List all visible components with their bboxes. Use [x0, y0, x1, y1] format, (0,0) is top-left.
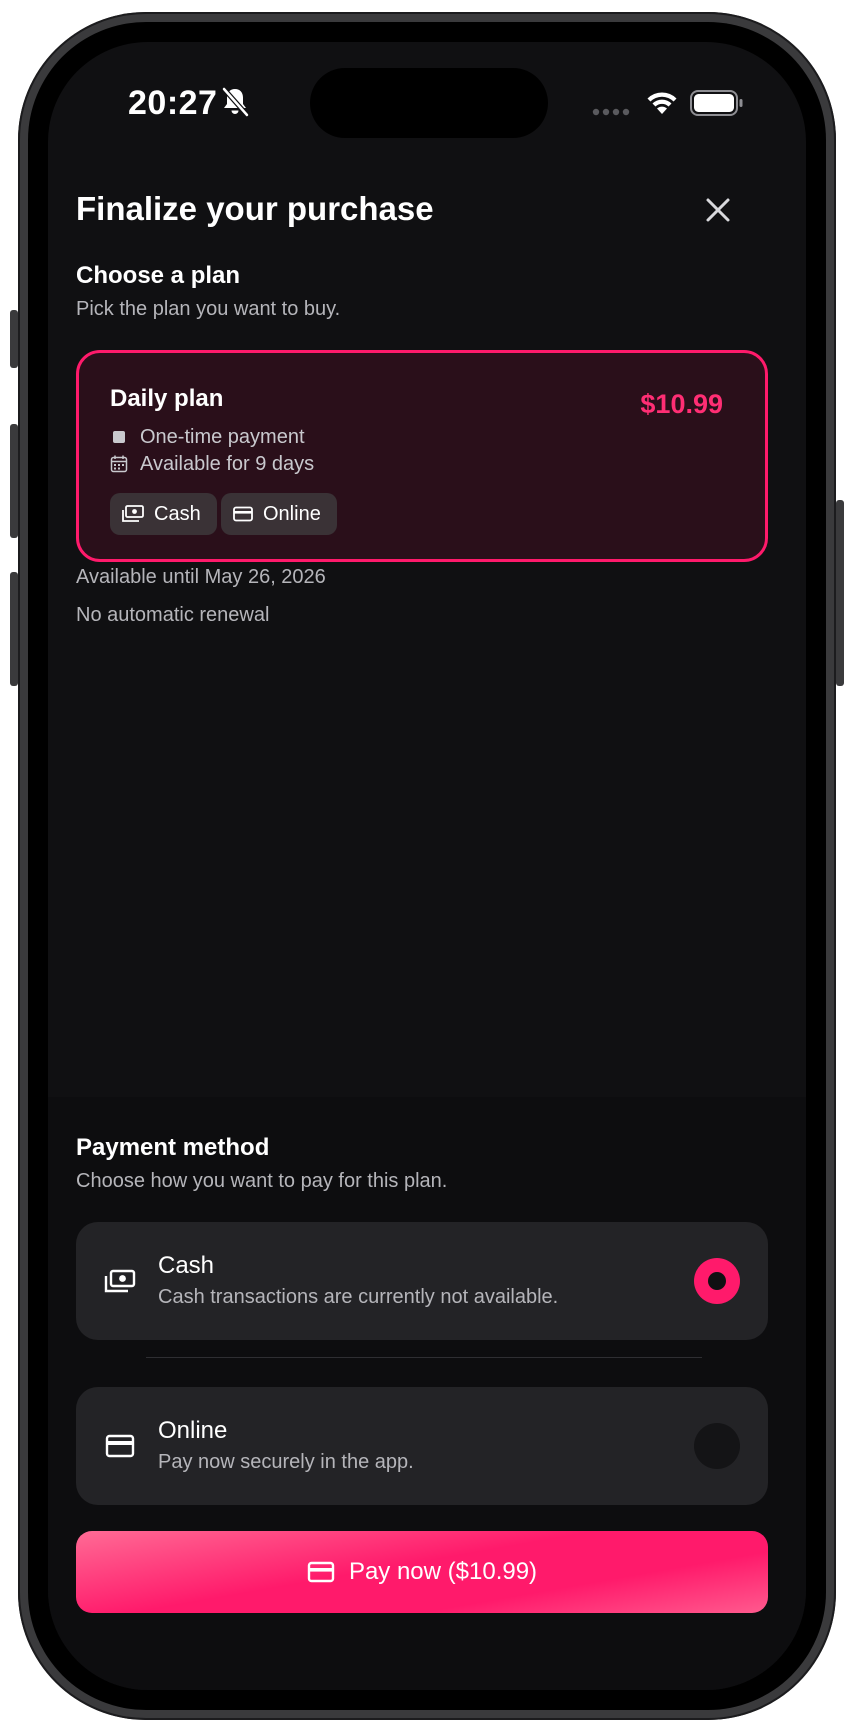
credit-card-icon: [233, 506, 253, 522]
plan-chip-online: Online: [221, 493, 337, 535]
battery-icon: [690, 90, 743, 116]
payment-option-cash[interactable]: Cash Cash transactions are currently not…: [76, 1222, 768, 1340]
calendar-icon: [110, 455, 128, 473]
payment-option-online[interactable]: Online Pay now securely in the app.: [76, 1387, 768, 1505]
plan-chip-label: Online: [263, 502, 321, 525]
close-icon[interactable]: [702, 194, 734, 226]
volume-down-button: [10, 572, 18, 686]
credit-card-icon: [105, 1434, 135, 1458]
plan-section-title: Choose a plan: [76, 262, 241, 289]
plan-price: $10.99: [640, 389, 723, 419]
page-title: Finalize your purchase: [76, 190, 434, 227]
pay-now-label: Pay now ($10.99): [348, 1558, 538, 1585]
plan-feature-duration: Available for 9 days: [110, 452, 314, 476]
divider: [146, 1357, 702, 1358]
payment-option-label: Online: [158, 1417, 228, 1444]
plan-feature-label: Available for 9 days: [140, 452, 315, 475]
bell-muted-icon: [222, 87, 249, 117]
payment-section-subtitle: Choose how you want to pay for this plan…: [76, 1170, 448, 1192]
volume-up-button: [10, 424, 18, 538]
payment-section-title: Payment method: [76, 1134, 270, 1161]
plan-name: Daily plan: [110, 385, 224, 412]
wifi-icon: [647, 92, 677, 114]
available-until-text: Available until May 26, 2026: [76, 566, 326, 588]
cash-icon: [122, 505, 144, 522]
payment-option-description: Pay now securely in the app.: [158, 1451, 414, 1473]
pay-now-button[interactable]: Pay now ($10.99): [76, 1531, 768, 1613]
app-screen: 20:27 Finalize your purchase Choose a pl…: [48, 42, 806, 1690]
square-icon: [110, 428, 128, 446]
plan-card-daily[interactable]: Daily plan $10.99 One-time payment Avail…: [76, 350, 768, 562]
plan-feature-label: One-time payment: [140, 425, 305, 448]
credit-card-icon: [307, 1561, 335, 1583]
power-button: [836, 500, 844, 686]
plan-section-subtitle: Pick the plan you want to buy.: [76, 298, 341, 320]
plan-chip-label: Cash: [154, 502, 201, 525]
status-time: 20:27: [128, 84, 218, 122]
payment-option-label: Cash: [158, 1252, 215, 1279]
action-button: [10, 310, 18, 368]
renewal-text: No automatic renewal: [76, 604, 270, 626]
payment-option-description: Cash transactions are currently not avai…: [158, 1286, 559, 1308]
plan-chip-cash: Cash: [110, 493, 217, 535]
radio-button[interactable]: [694, 1423, 740, 1469]
cellular-signal-icon: [592, 108, 630, 116]
plan-feature-payment: One-time payment: [110, 425, 305, 449]
cash-icon: [104, 1269, 136, 1293]
radio-button-selected[interactable]: [694, 1258, 740, 1304]
dynamic-island: [310, 68, 548, 138]
